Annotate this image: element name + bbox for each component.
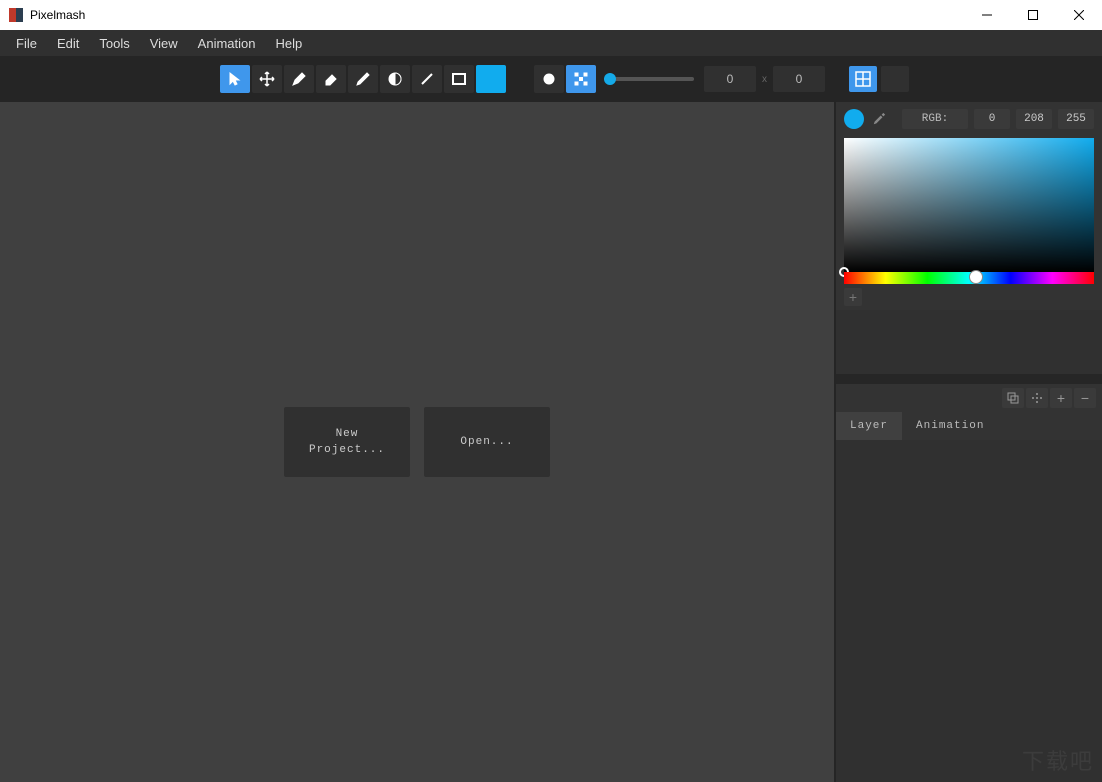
window-minimize-button[interactable] [964,0,1010,30]
toolbar: 0 x 0 [0,56,1102,102]
tab-animation[interactable]: Animation [902,412,998,440]
right-panel: RGB: 0 208 255 + + − Layer Anima [834,102,1102,782]
menu-tools[interactable]: Tools [89,32,139,55]
current-color-indicator[interactable] [844,109,864,129]
app-title: Pixelmash [30,8,85,22]
tool-line[interactable] [412,65,442,93]
tool-move[interactable] [252,65,282,93]
shape-circle[interactable] [534,65,564,93]
tool-pencil[interactable] [348,65,378,93]
add-layer-button[interactable]: + [1050,388,1072,408]
height-input[interactable]: 0 [773,66,825,92]
panel-divider[interactable] [836,374,1102,384]
duplicate-layer-button[interactable] [1002,388,1024,408]
dimension-separator: x [762,74,767,85]
shape-pixel[interactable] [566,65,596,93]
merge-layer-button[interactable] [1026,388,1048,408]
remove-layer-button[interactable]: − [1074,388,1096,408]
panel-spacer [836,310,1102,374]
tab-layer[interactable]: Layer [836,412,902,440]
rgb-r-input[interactable]: 0 [974,109,1010,129]
menu-help[interactable]: Help [265,32,312,55]
tool-contrast[interactable] [380,65,410,93]
open-button[interactable]: Open... [424,407,550,477]
menu-edit[interactable]: Edit [47,32,89,55]
rgb-g-input[interactable]: 208 [1016,109,1052,129]
layer-toolbar: + − [836,384,1102,412]
new-project-button[interactable]: New Project... [284,407,410,477]
hue-thumb[interactable] [969,270,983,284]
brush-size-slider[interactable] [604,77,694,81]
slider-thumb[interactable] [604,73,616,85]
panel-tabs: Layer Animation [836,412,1102,440]
tool-brush[interactable] [284,65,314,93]
rgb-b-input[interactable]: 255 [1058,109,1094,129]
grid-toggle-button[interactable] [849,66,877,92]
eyedropper-icon[interactable] [870,110,888,128]
menu-view[interactable]: View [140,32,188,55]
tool-eraser[interactable] [316,65,346,93]
rgb-mode-label[interactable]: RGB: [902,109,968,129]
workspace: New Project... Open... RGB: 0 208 255 + [0,102,1102,782]
canvas-area: New Project... Open... [0,102,834,782]
color-row: RGB: 0 208 255 [836,102,1102,130]
add-swatch-button[interactable]: + [844,288,862,306]
menubar: File Edit Tools View Animation Help [0,30,1102,56]
titlebar: Pixelmash [0,0,1102,30]
swatch-row: + [844,288,1094,306]
tool-select[interactable] [220,65,250,93]
width-input[interactable]: 0 [704,66,756,92]
current-color-swatch[interactable] [476,65,506,93]
layer-list [836,440,1102,782]
window-close-button[interactable] [1056,0,1102,30]
grid-options-button[interactable] [881,66,909,92]
tool-rectangle[interactable] [444,65,474,93]
hue-slider[interactable] [844,272,1094,284]
app-icon [8,7,24,23]
color-field[interactable] [844,138,1094,272]
menu-file[interactable]: File [6,32,47,55]
window-maximize-button[interactable] [1010,0,1056,30]
menu-animation[interactable]: Animation [188,32,266,55]
